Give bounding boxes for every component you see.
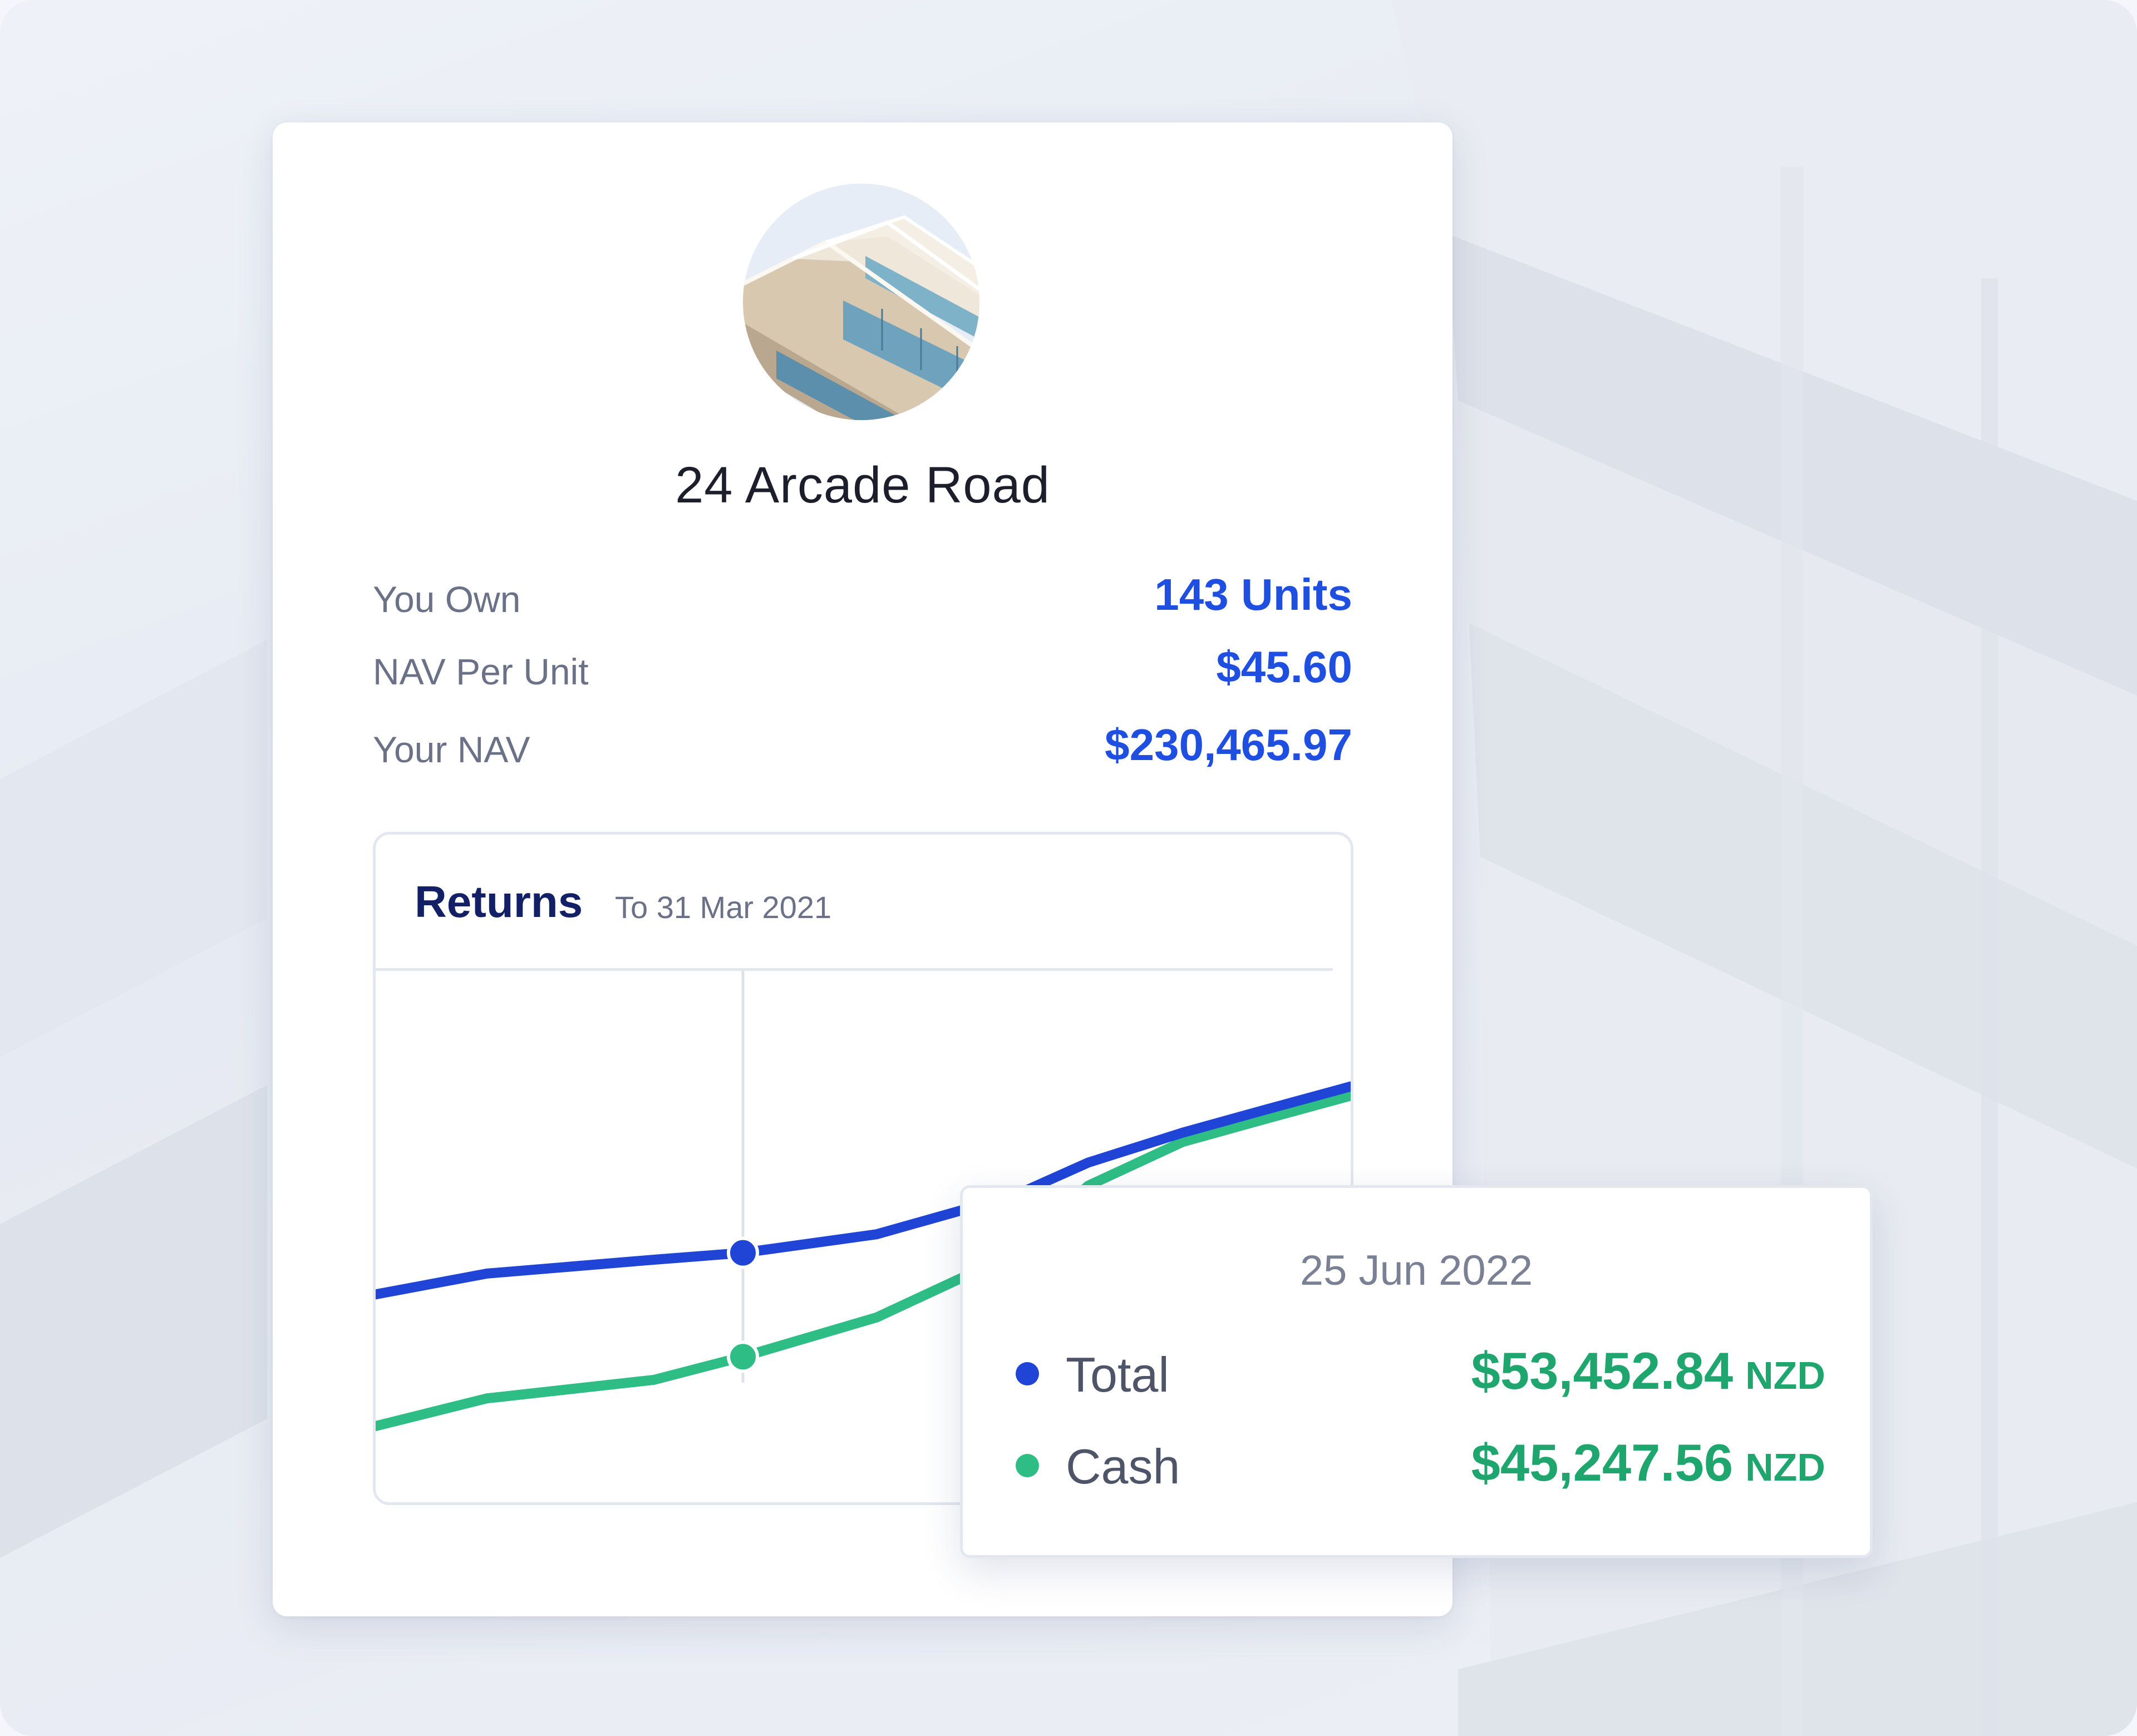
tooltip-date: 25 Jun 2022 [1299, 1247, 1533, 1294]
stat-label: Your NAV [373, 729, 530, 770]
property-avatar [743, 184, 979, 420]
tooltip-currency: NZD [1745, 1446, 1825, 1489]
stat-value: 143 Units [1154, 570, 1352, 619]
highlight-point-0[interactable] [727, 1236, 759, 1269]
tooltip-row-cash: Cash $45,247.56 NZD [1016, 1433, 1825, 1494]
stat-value: $230,465.97 [1105, 720, 1352, 770]
stat-row-nav-per-unit: NAV Per Unit $45.60 [373, 632, 1352, 693]
series-dot-icon [1016, 1454, 1039, 1477]
stat-value: $45.60 [1216, 642, 1352, 692]
tooltip-value: $53,452.84 NZD [1471, 1341, 1825, 1401]
highlight-point-1[interactable] [727, 1340, 759, 1373]
tooltip-currency: NZD [1745, 1354, 1825, 1397]
stat-label: You Own [373, 579, 521, 620]
stat-label: NAV Per Unit [373, 651, 589, 692]
tooltip-amount: $45,247.56 [1471, 1433, 1734, 1492]
tooltip-amount: $53,452.84 [1471, 1342, 1734, 1400]
stat-row-your-nav: Your NAV $230,465.97 [373, 709, 1352, 771]
series-dot-icon [1016, 1362, 1039, 1385]
tooltip-label: Total [1066, 1347, 1169, 1402]
tooltip-row-total: Total $53,452.84 NZD [1016, 1341, 1825, 1402]
chart-tooltip: 25 Jun 2022 Total $53,452.84 NZD Cash $45… [960, 1185, 1873, 1558]
building-photo-icon [743, 184, 979, 420]
tooltip-value: $45,247.56 NZD [1471, 1433, 1825, 1493]
property-title: 24 Arcade Road [675, 457, 1050, 514]
tooltip-label: Cash [1066, 1439, 1180, 1494]
stat-row-units: You Own 143 Units [373, 559, 1352, 620]
